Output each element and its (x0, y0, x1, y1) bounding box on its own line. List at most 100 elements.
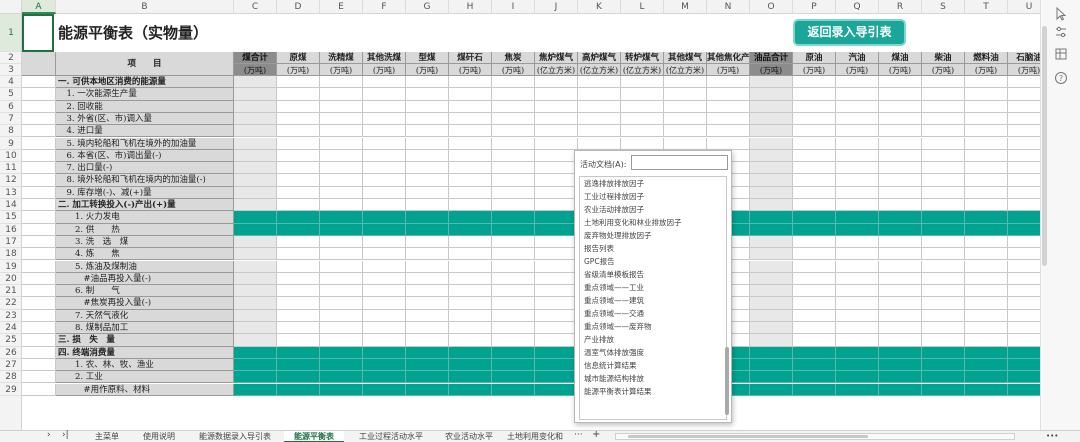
data-cell[interactable] (492, 334, 535, 347)
data-cell[interactable] (750, 76, 793, 89)
row-header-3[interactable]: 3 (0, 64, 21, 76)
data-cell[interactable] (965, 297, 1008, 310)
row-header-18[interactable]: 18 (0, 248, 21, 261)
data-cell[interactable] (363, 149, 406, 163)
data-cell[interactable] (363, 223, 406, 236)
data-cell[interactable] (320, 371, 363, 384)
popup-list[interactable]: 逃逸排放排放因子 工业过程排放因子 农业活动排放因子 土地利用变化和林业排放因子 废弃物… (579, 176, 727, 420)
column-header-a[interactable]: A (22, 0, 56, 14)
data-cell[interactable] (277, 371, 320, 384)
data-cell[interactable] (320, 137, 363, 150)
row-a-cell[interactable] (22, 260, 56, 273)
data-cell[interactable] (1008, 358, 1040, 372)
data-cell[interactable] (879, 383, 922, 396)
data-cell[interactable] (965, 358, 1008, 372)
data-cell[interactable] (750, 297, 793, 310)
data-cell[interactable] (793, 223, 836, 236)
column-header-j[interactable]: J (535, 0, 578, 14)
select-all-corner[interactable] (0, 0, 22, 14)
data-cell[interactable] (535, 260, 578, 273)
data-cell[interactable] (449, 100, 492, 113)
row-a-cell[interactable] (22, 297, 56, 310)
data-cell[interactable] (793, 162, 836, 175)
data-cell[interactable] (879, 322, 922, 335)
data-cell[interactable] (793, 285, 836, 298)
data-cell[interactable] (793, 272, 836, 286)
data-cell[interactable] (406, 149, 449, 163)
data-cell[interactable] (836, 322, 879, 335)
data-cell[interactable] (277, 322, 320, 335)
data-cell[interactable] (492, 100, 535, 113)
data-cell[interactable] (750, 383, 793, 396)
data-cell[interactable] (793, 260, 836, 273)
row-label[interactable]: 2. 供 热 (56, 223, 234, 236)
popup-list-item[interactable]: GPC报告 (580, 255, 726, 268)
data-cell[interactable] (449, 162, 492, 175)
data-cell[interactable] (879, 334, 922, 347)
vertical-scrollbar[interactable] (1042, 20, 1048, 320)
data-cell[interactable] (406, 125, 449, 138)
data-cell[interactable] (449, 211, 492, 224)
data-cell[interactable] (449, 285, 492, 298)
data-cell[interactable] (492, 149, 535, 163)
data-cell[interactable] (406, 334, 449, 347)
data-cell[interactable] (879, 199, 922, 212)
row-a-cell[interactable] (22, 137, 56, 150)
data-cell[interactable] (406, 137, 449, 150)
data-cell[interactable] (535, 186, 578, 199)
data-cell[interactable] (750, 248, 793, 261)
column-header-t[interactable]: T (965, 0, 1008, 14)
data-cell[interactable] (406, 371, 449, 384)
row-label[interactable]: 1. 一次能源生产量 (56, 88, 234, 101)
popup-list-item[interactable]: 农业活动排放因子 (580, 203, 726, 216)
data-cell[interactable] (793, 334, 836, 347)
data-cell[interactable] (793, 88, 836, 101)
column-header-i[interactable]: I (492, 0, 535, 14)
column-header-o[interactable]: O (750, 0, 793, 14)
data-cell[interactable] (965, 346, 1008, 359)
data-cell[interactable] (836, 260, 879, 273)
row-header-14[interactable]: 14 (0, 199, 21, 212)
data-cell[interactable] (922, 186, 965, 199)
data-cell[interactable] (836, 174, 879, 187)
column-header-m[interactable]: M (664, 0, 707, 14)
data-cell[interactable] (363, 125, 406, 138)
data-cell[interactable] (535, 285, 578, 298)
data-cell[interactable] (492, 297, 535, 310)
row-header-2[interactable]: 2 (0, 52, 21, 64)
data-cell[interactable] (234, 174, 277, 187)
data-cell[interactable] (965, 137, 1008, 150)
row-label[interactable]: 1. 农、林、牧、渔业 (56, 358, 234, 372)
data-cell[interactable] (750, 223, 793, 236)
data-cell[interactable] (879, 309, 922, 322)
data-cell[interactable] (234, 248, 277, 261)
data-cell[interactable] (277, 383, 320, 396)
popup-list-item[interactable]: 温室气体排放强度 (580, 346, 726, 359)
data-cell[interactable] (406, 248, 449, 261)
data-cell[interactable] (449, 149, 492, 163)
data-cell[interactable] (277, 186, 320, 199)
row-label[interactable]: 1. 火力发电 (56, 211, 234, 224)
data-cell[interactable] (1008, 88, 1040, 101)
data-cell[interactable] (363, 371, 406, 384)
active-cell-a1[interactable] (22, 14, 54, 52)
data-cell[interactable] (836, 125, 879, 138)
data-cell[interactable] (320, 112, 363, 126)
data-cell[interactable] (277, 199, 320, 212)
data-cell[interactable] (922, 322, 965, 335)
data-cell[interactable] (965, 100, 1008, 113)
data-cell[interactable] (363, 137, 406, 150)
row-label[interactable]: 三. 损 失 量 (56, 334, 234, 347)
column-header-p[interactable]: P (793, 0, 836, 14)
data-cell[interactable] (406, 76, 449, 89)
data-cell[interactable] (449, 248, 492, 261)
row-header-16[interactable]: 16 (0, 224, 21, 236)
data-cell[interactable] (879, 88, 922, 101)
row-label[interactable]: 四. 终端消费量 (56, 346, 234, 359)
data-cell[interactable] (535, 88, 578, 101)
data-cell[interactable] (234, 88, 277, 101)
row-header-26[interactable]: 26 (0, 347, 21, 359)
data-cell[interactable] (363, 199, 406, 212)
data-cell[interactable] (363, 297, 406, 310)
data-cell[interactable] (492, 322, 535, 335)
